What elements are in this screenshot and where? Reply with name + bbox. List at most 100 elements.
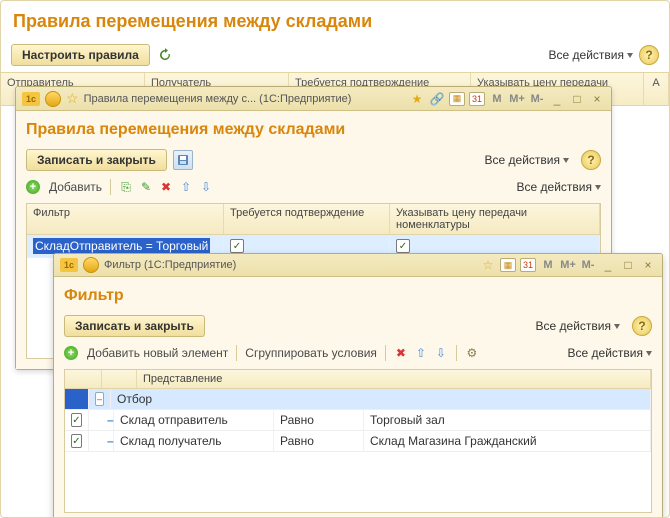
filter-all-actions-label: Все действия [536, 319, 611, 333]
window-menu-icon[interactable] [45, 91, 61, 107]
memory-mminus-icon[interactable]: M- [580, 257, 596, 273]
memory-mplus-icon[interactable]: M+ [560, 257, 576, 273]
filter-all-actions-dropdown-2[interactable]: Все действия [568, 346, 652, 360]
rules-all-actions-dropdown-2[interactable]: Все действия [517, 180, 601, 194]
filter-grid: Представление – Отбор ✓ – Склад отправит… [64, 369, 652, 513]
filter-window-title: Фильтр (1С:Предприятие) [104, 259, 236, 271]
filter-op: Равно [274, 431, 364, 451]
delete-icon[interactable]: ✖ [394, 346, 408, 360]
minimize-icon[interactable]: _ [600, 257, 616, 273]
main-toolbar: Настроить правила Все действия ? [1, 40, 669, 72]
chevron-down-icon [627, 53, 633, 58]
memory-m-icon[interactable]: M [540, 257, 556, 273]
rules-grid-header: Фильтр Требуется подтверждение Указывать… [27, 204, 600, 235]
filter-save-close-button[interactable]: Записать и закрыть [64, 315, 205, 337]
chevron-down-icon [563, 158, 569, 163]
add-element-button[interactable]: Добавить новый элемент [87, 346, 228, 360]
chevron-down-icon [614, 324, 620, 329]
maximize-icon[interactable]: □ [620, 257, 636, 273]
move-down-icon[interactable]: ⇩ [434, 346, 448, 360]
separator [110, 179, 111, 195]
star-action-icon[interactable]: ★ [409, 91, 425, 107]
separator [456, 345, 457, 361]
calendar-icon[interactable]: 31 [469, 92, 485, 106]
star-action-icon[interactable]: ☆ [480, 257, 496, 273]
help-icon[interactable]: ? [632, 316, 652, 336]
filter-tree-row[interactable]: ✓ – Склад получатель Равно Склад Магазин… [65, 431, 651, 452]
calendar-icon[interactable]: 31 [520, 258, 536, 272]
filter-tree-row[interactable]: ✓ – Склад отправитель Равно Торговый зал [65, 410, 651, 431]
calc-icon[interactable]: ▦ [500, 258, 516, 272]
col-add[interactable]: A [644, 73, 669, 105]
separator [236, 345, 237, 361]
all-actions-dropdown[interactable]: Все действия [549, 48, 633, 62]
move-up-icon[interactable]: ⇧ [179, 180, 193, 194]
rules-all-actions-label: Все действия [485, 153, 560, 167]
filter-grid-empty [65, 452, 651, 512]
delete-icon[interactable]: ✖ [159, 180, 173, 194]
add-plus-icon[interactable]: + [64, 346, 78, 360]
filter-all-actions-label-2: Все действия [568, 346, 643, 360]
app-badge-icon: 1c [22, 92, 40, 106]
link-icon[interactable]: 🔗 [429, 91, 445, 107]
price-checkbox[interactable]: ✓ [396, 239, 410, 253]
rules-all-actions-dropdown[interactable]: Все действия [485, 153, 569, 167]
window-menu-icon[interactable] [83, 257, 99, 273]
copy-icon[interactable]: ⎘ [119, 180, 133, 194]
leaf-icon: – [107, 413, 114, 427]
filter-tree-root[interactable]: – Отбор [65, 389, 651, 410]
move-down-icon[interactable]: ⇩ [199, 180, 213, 194]
rules-col-price[interactable]: Указывать цену передачи номенклатуры [390, 204, 600, 234]
row-checkbox[interactable]: ✓ [71, 413, 82, 427]
confirm-checkbox[interactable]: ✓ [230, 239, 244, 253]
help-icon[interactable]: ? [581, 150, 601, 170]
filter-value: Торговый зал [364, 410, 651, 430]
close-icon[interactable]: × [640, 257, 656, 273]
leaf-icon: – [107, 434, 114, 448]
settings-icon[interactable]: ⚙ [465, 346, 479, 360]
group-conditions-button[interactable]: Сгруппировать условия [245, 346, 377, 360]
favorite-icon[interactable]: ☆ [66, 90, 79, 107]
rules-all-actions-label-2: Все действия [517, 180, 592, 194]
save-icon[interactable] [173, 150, 193, 170]
close-icon[interactable]: × [589, 91, 605, 107]
memory-mplus-icon[interactable]: M+ [509, 91, 525, 107]
chevron-down-icon [595, 185, 601, 190]
filter-heading: Фильтр [64, 283, 652, 313]
page-title: Правила перемещения между складами [1, 1, 669, 40]
all-actions-label: Все действия [549, 48, 624, 62]
chevron-down-icon [646, 351, 652, 356]
filter-value: Склад Магазина Гражданский [364, 431, 651, 451]
rules-col-filter[interactable]: Фильтр [27, 204, 224, 234]
filter-op: Равно [274, 410, 364, 430]
filter-col-representation[interactable]: Представление [137, 370, 651, 388]
filter-window: 1c Фильтр (1С:Предприятие) ☆ ▦ 31 M M+ M… [53, 253, 663, 518]
save-close-button[interactable]: Записать и закрыть [26, 149, 167, 171]
rules-window-title: Правила перемещения между с... (1С:Предп… [84, 93, 352, 105]
move-up-icon[interactable]: ⇧ [414, 346, 428, 360]
filter-field: Склад отправитель [114, 410, 274, 430]
calc-icon[interactable]: ▦ [449, 92, 465, 106]
add-plus-icon[interactable]: + [26, 180, 40, 194]
add-button[interactable]: Добавить [49, 180, 102, 194]
filter-field: Склад получатель [114, 431, 274, 451]
collapse-icon[interactable]: – [95, 392, 104, 406]
rules-heading: Правила перемещения между складами [26, 117, 601, 147]
filter-grid-header: Представление [65, 370, 651, 389]
edit-icon[interactable]: ✎ [139, 180, 153, 194]
rules-row-filter-text[interactable]: СкладОтправитель = Торговый [33, 238, 210, 254]
rules-titlebar[interactable]: 1c ☆ Правила перемещения между с... (1С:… [16, 87, 611, 111]
rules-col-confirm[interactable]: Требуется подтверждение [224, 204, 390, 234]
memory-mminus-icon[interactable]: M- [529, 91, 545, 107]
help-icon[interactable]: ? [639, 45, 659, 65]
filter-titlebar[interactable]: 1c Фильтр (1С:Предприятие) ☆ ▦ 31 M M+ M… [54, 254, 662, 277]
app-badge-icon: 1c [60, 258, 78, 272]
memory-m-icon[interactable]: M [489, 91, 505, 107]
refresh-icon[interactable] [158, 48, 172, 62]
configure-rules-button[interactable]: Настроить правила [11, 44, 150, 66]
filter-tree-root-label: Отбор [111, 389, 651, 409]
minimize-icon[interactable]: _ [549, 91, 565, 107]
row-checkbox[interactable]: ✓ [71, 434, 82, 448]
maximize-icon[interactable]: □ [569, 91, 585, 107]
filter-all-actions-dropdown[interactable]: Все действия [536, 319, 620, 333]
